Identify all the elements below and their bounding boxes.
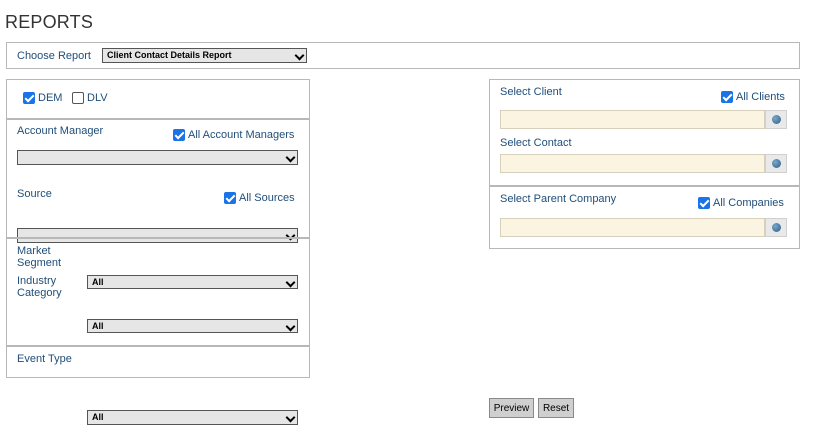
choose-report-label: Choose Report	[17, 50, 91, 62]
select-parent-company-label: Select Parent Company	[500, 193, 617, 205]
market-segment-label-line2: Segment	[17, 257, 62, 269]
dem-label: DEM	[38, 92, 63, 104]
market-segment-label-line1: Market	[17, 245, 51, 257]
chevron-down-icon	[285, 412, 296, 423]
industry-category-label: Industry Category	[17, 275, 62, 299]
checkbox-checked-icon	[173, 129, 185, 141]
all-clients-checkbox[interactable]: All Clients	[721, 91, 785, 103]
industry-category-value: All	[92, 321, 104, 331]
checkbox-checked-icon	[224, 192, 236, 204]
filter-panel: DEM DLV Account Manager All Account Mana…	[6, 79, 310, 425]
globe-icon	[771, 115, 781, 124]
preview-button[interactable]: Preview	[489, 398, 534, 418]
industry-category-label-line1: Industry	[17, 275, 57, 287]
client-input[interactable]	[500, 110, 765, 129]
parent-company-input[interactable]	[500, 218, 765, 237]
all-clients-label: All Clients	[736, 91, 785, 103]
choose-report-value: Client Contact Details Report	[107, 50, 232, 60]
industry-category-select[interactable]: All	[87, 319, 298, 333]
choose-report-bar: Choose Report Client Contact Details Rep…	[6, 42, 800, 69]
checkbox-unchecked-icon	[72, 92, 84, 104]
market-segment-label: Market Segment	[17, 245, 61, 269]
client-lookup-button[interactable]	[765, 110, 787, 129]
section-divider	[7, 237, 309, 239]
all-companies-label: All Companies	[713, 197, 784, 209]
dlv-label: DLV	[87, 92, 108, 104]
dem-checkbox[interactable]: DEM	[23, 92, 62, 104]
industry-category-label-line2: Category	[17, 287, 62, 299]
chevron-down-icon	[285, 321, 296, 332]
all-companies-checkbox[interactable]: All Companies	[698, 197, 784, 209]
choose-report-select[interactable]: Client Contact Details Report	[102, 48, 307, 63]
event-type-value: All	[92, 412, 104, 422]
globe-icon	[771, 159, 781, 168]
checkbox-checked-icon	[698, 197, 710, 209]
chevron-down-icon	[285, 152, 296, 163]
select-client-label: Select Client	[500, 86, 562, 98]
client-panel: Select Client All Clients Select Contact…	[489, 79, 800, 249]
page-title: REPORTS	[5, 12, 94, 32]
select-contact-label: Select Contact	[500, 137, 572, 149]
all-sources-checkbox[interactable]: All Sources	[224, 192, 295, 204]
all-sources-label: All Sources	[239, 192, 295, 204]
market-segment-select[interactable]: All	[87, 275, 298, 289]
event-type-select[interactable]: All	[87, 410, 298, 425]
account-manager-label: Account Manager	[17, 125, 104, 137]
market-segment-value: All	[92, 277, 104, 287]
all-account-managers-label: All Account Managers	[188, 129, 295, 141]
dlv-checkbox[interactable]: DLV	[72, 92, 108, 104]
globe-icon	[771, 223, 781, 232]
contact-input[interactable]	[500, 154, 765, 173]
reset-button[interactable]: Reset	[538, 398, 574, 418]
all-account-managers-checkbox[interactable]: All Account Managers	[173, 129, 294, 141]
account-manager-select[interactable]	[17, 150, 298, 165]
section-divider	[7, 345, 309, 347]
event-type-label: Event Type	[17, 353, 72, 365]
chevron-down-icon	[285, 277, 296, 288]
chevron-down-icon	[294, 50, 305, 61]
source-label: Source	[17, 188, 52, 200]
section-divider	[490, 185, 799, 187]
section-divider	[7, 118, 309, 120]
checkbox-checked-icon	[23, 92, 35, 104]
source-select[interactable]	[17, 228, 298, 243]
parent-company-lookup-button[interactable]	[765, 218, 787, 237]
contact-lookup-button[interactable]	[765, 154, 787, 173]
checkbox-checked-icon	[721, 91, 733, 103]
